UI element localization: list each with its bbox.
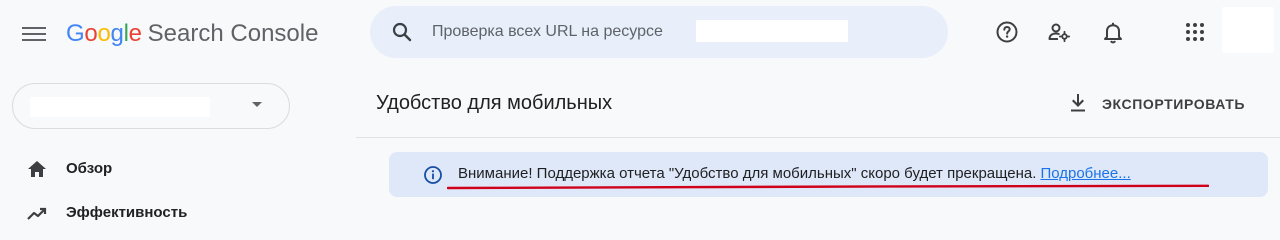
chevron-down-icon (252, 102, 262, 107)
logo-letter: G (66, 20, 85, 47)
home-icon (28, 161, 46, 177)
avatar[interactable] (1222, 7, 1274, 53)
download-icon (1071, 94, 1085, 112)
deprecation-notice: Внимание! Поддержка отчета "Удобство для… (389, 152, 1268, 197)
logo-letter: o (97, 20, 111, 47)
redacted-property-name (30, 97, 210, 117)
sidebar-item-label: Обзор (66, 160, 113, 177)
url-inspection-search[interactable] (370, 6, 948, 58)
logo-letter: g (110, 20, 124, 47)
export-button[interactable]: ЭКСПОРТИРОВАТЬ (1062, 88, 1253, 120)
trending-up-icon (27, 207, 47, 220)
logo-wordmark: Google (66, 20, 142, 47)
learn-more-link[interactable]: Подробнее... (1040, 165, 1130, 182)
header-divider (356, 137, 1280, 138)
logo-letter: o (84, 20, 98, 47)
notice-text: Внимание! Поддержка отчета "Удобство для… (458, 165, 1131, 182)
export-label: ЭКСПОРТИРОВАТЬ (1102, 96, 1246, 112)
notice-message: Внимание! Поддержка отчета "Удобство для… (458, 165, 1037, 182)
info-icon (424, 166, 442, 184)
logo-letter: e (128, 20, 142, 47)
search-icon (392, 22, 412, 42)
help-icon[interactable] (995, 20, 1019, 44)
page-title: Удобство для мобильных (376, 92, 613, 114)
sidebar-item-overview[interactable]: Обзор (0, 151, 300, 187)
search-input[interactable] (432, 20, 702, 44)
main-menu-button[interactable] (22, 24, 46, 44)
red-underline-annotation (447, 184, 1209, 190)
google-search-console-logo[interactable]: Google Search Console (66, 18, 318, 50)
sidebar-item-label: Эффективность (66, 204, 188, 221)
property-selector[interactable] (12, 83, 290, 129)
sidebar-item-performance[interactable]: Эффективность (0, 195, 300, 231)
redacted-property-url (696, 20, 848, 42)
notifications-icon[interactable] (1101, 20, 1125, 44)
apps-grid-icon[interactable] (1183, 20, 1207, 44)
account-settings-icon[interactable] (1047, 20, 1071, 44)
product-name: Search Console (147, 20, 319, 47)
